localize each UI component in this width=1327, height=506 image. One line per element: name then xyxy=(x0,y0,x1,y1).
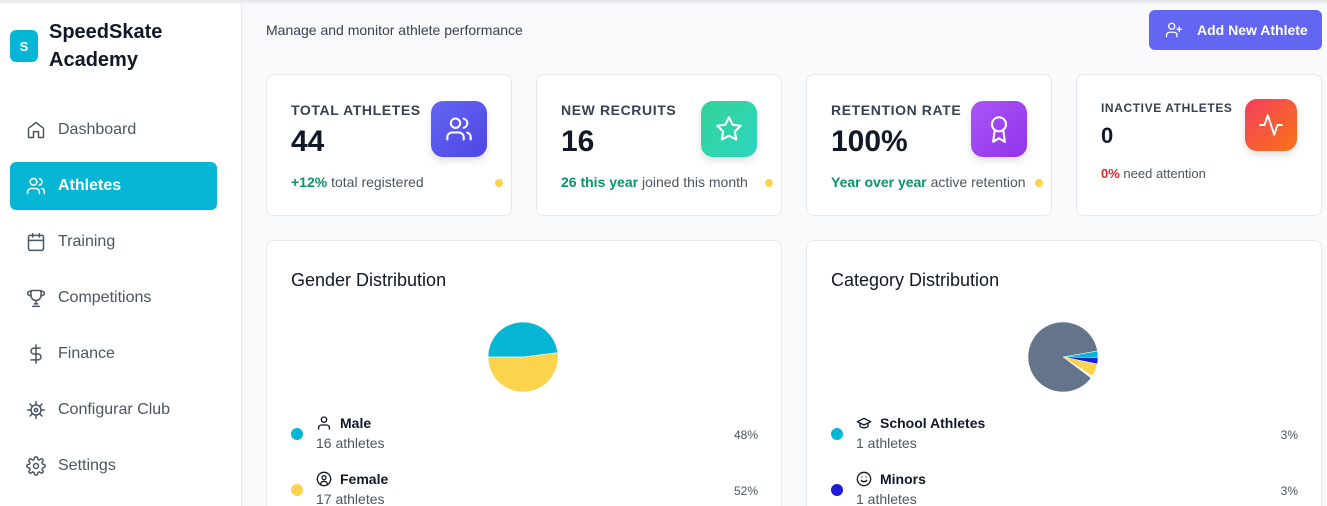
sidebar-item-label: Training xyxy=(58,233,116,250)
sidebar-item-label: Dashboard xyxy=(58,121,137,138)
legend-name: Female xyxy=(316,471,388,487)
legend-name: Male xyxy=(316,415,371,431)
stat-label: RETENTION RATE xyxy=(831,102,962,118)
legend-percent: 52% xyxy=(733,484,758,498)
stat-footnote: Year over year active retention xyxy=(831,174,1026,190)
stat-card-new-recruits: NEW RECRUITS 16 26 this year joined this… xyxy=(536,74,782,216)
stat-highlight: Year over year xyxy=(831,174,927,190)
user-circle-icon xyxy=(316,471,332,487)
status-dot xyxy=(1035,179,1043,187)
stat-highlight: 26 this year xyxy=(561,174,639,190)
award-icon xyxy=(971,101,1027,157)
legend-count: 16 athletes xyxy=(316,435,385,451)
stat-highlight: 0% xyxy=(1101,166,1120,181)
settings-icon xyxy=(26,456,46,476)
legend-dot xyxy=(291,428,303,440)
legend-name-text: Male xyxy=(340,415,372,431)
sidebar-item-label: Finance xyxy=(58,345,115,362)
cog-icon xyxy=(26,400,46,420)
user-icon xyxy=(316,415,332,431)
legend-dot xyxy=(831,428,843,440)
category-distribution-panel: Category Distribution School Athletes 1 … xyxy=(806,240,1322,506)
legend-name: School Athletes xyxy=(856,415,985,431)
legend-percent: 3% xyxy=(1280,428,1298,442)
smile-icon xyxy=(856,471,872,487)
stat-card-inactive-athletes: INACTIVE ATHLETES 0 0% need attention xyxy=(1076,74,1322,216)
stat-card-retention-rate: RETENTION RATE 100% Year over year activ… xyxy=(806,74,1052,216)
legend-percent: 3% xyxy=(1280,484,1298,498)
stat-footnote-text: joined this month xyxy=(641,174,748,190)
sidebar-item-label: Competitions xyxy=(58,289,152,306)
stat-value: 100% xyxy=(831,125,908,158)
sidebar-nav: Dashboard Athletes Training Competitions… xyxy=(10,106,217,498)
calendar-icon xyxy=(26,232,46,252)
legend-name-text: Minors xyxy=(880,471,926,487)
stat-card-total-athletes: TOTAL ATHLETES 44 +12% total registered xyxy=(266,74,512,216)
sidebar-item-finance[interactable]: Finance xyxy=(10,330,217,378)
legend-name-text: School Athletes xyxy=(880,415,986,431)
activity-icon xyxy=(1245,99,1297,151)
users-icon xyxy=(26,176,46,196)
page-subtitle: Manage and monitor athlete performance xyxy=(266,22,523,38)
brand[interactable]: S SpeedSkate Academy xyxy=(10,18,189,74)
add-athlete-button[interactable]: Add New Athlete xyxy=(1149,10,1322,50)
stat-footnote-text: need attention xyxy=(1123,166,1206,181)
trophy-icon xyxy=(26,288,46,308)
status-dot xyxy=(495,179,503,187)
gender-pie-chart xyxy=(487,321,559,393)
legend-row-school-athletes[interactable]: School Athletes 1 athletes 3% xyxy=(831,413,1298,453)
brand-logo: S xyxy=(10,30,38,62)
stat-footnote-text: total registered xyxy=(331,174,424,190)
legend-dot xyxy=(291,484,303,496)
legend-percent: 48% xyxy=(733,428,758,442)
home-icon xyxy=(26,120,46,140)
stat-footnote: 26 this year joined this month xyxy=(561,174,748,190)
stat-highlight: +12% xyxy=(291,174,328,190)
stat-value: 44 xyxy=(291,125,325,158)
legend-row-male[interactable]: Male 16 athletes 48% xyxy=(291,413,758,453)
sidebar: S SpeedSkate Academy Dashboard Athletes … xyxy=(0,4,242,506)
sidebar-item-competitions[interactable]: Competitions xyxy=(10,274,217,322)
app-root: S SpeedSkate Academy Dashboard Athletes … xyxy=(0,0,1327,506)
sidebar-item-configurar-club[interactable]: Configurar Club xyxy=(10,386,217,434)
add-athlete-label: Add New Athlete xyxy=(1197,22,1308,38)
sidebar-item-label: Configurar Club xyxy=(58,401,171,418)
panel-title: Gender Distribution xyxy=(291,270,447,290)
gender-distribution-panel: Gender Distribution Male 16 athletes 48%… xyxy=(266,240,782,506)
legend-name: Minors xyxy=(856,471,926,487)
sidebar-item-settings[interactable]: Settings xyxy=(10,442,217,490)
sidebar-item-dashboard[interactable]: Dashboard xyxy=(10,106,217,154)
brand-name: SpeedSkate Academy xyxy=(49,21,163,71)
status-dot xyxy=(765,179,773,187)
legend-count: 1 athletes xyxy=(856,491,917,506)
stat-label: TOTAL ATHLETES xyxy=(291,102,421,118)
dollar-icon xyxy=(26,344,46,364)
user-plus-icon xyxy=(1165,21,1183,39)
pie-slice[interactable] xyxy=(487,352,559,393)
stat-value: 0 xyxy=(1101,123,1114,148)
sidebar-item-label: Athletes xyxy=(58,177,122,194)
stat-value: 16 xyxy=(561,125,595,158)
stat-footnote: +12% total registered xyxy=(291,174,424,190)
stat-footnote-text: active retention xyxy=(930,174,1026,190)
legend-row-minors[interactable]: Minors 1 athletes 3% xyxy=(831,469,1298,506)
legend-count: 17 athletes xyxy=(316,491,385,506)
legend-dot xyxy=(831,484,843,496)
sidebar-item-training[interactable]: Training xyxy=(10,218,217,266)
pie-slice[interactable] xyxy=(487,321,559,358)
legend-name-text: Female xyxy=(340,471,389,487)
graduation-cap-icon xyxy=(856,415,872,431)
star-icon xyxy=(701,101,757,157)
legend-row-female[interactable]: Female 17 athletes 52% xyxy=(291,469,758,506)
panel-title: Category Distribution xyxy=(831,270,1000,290)
sidebar-item-label: Settings xyxy=(58,457,116,474)
legend-count: 1 athletes xyxy=(856,435,917,451)
stat-footnote: 0% need attention xyxy=(1101,166,1206,181)
category-pie-chart xyxy=(1027,321,1099,393)
stat-label: INACTIVE ATHLETES xyxy=(1101,101,1233,115)
stat-label: NEW RECRUITS xyxy=(561,102,677,118)
users-icon xyxy=(431,101,487,157)
sidebar-item-athletes[interactable]: Athletes xyxy=(10,162,217,210)
